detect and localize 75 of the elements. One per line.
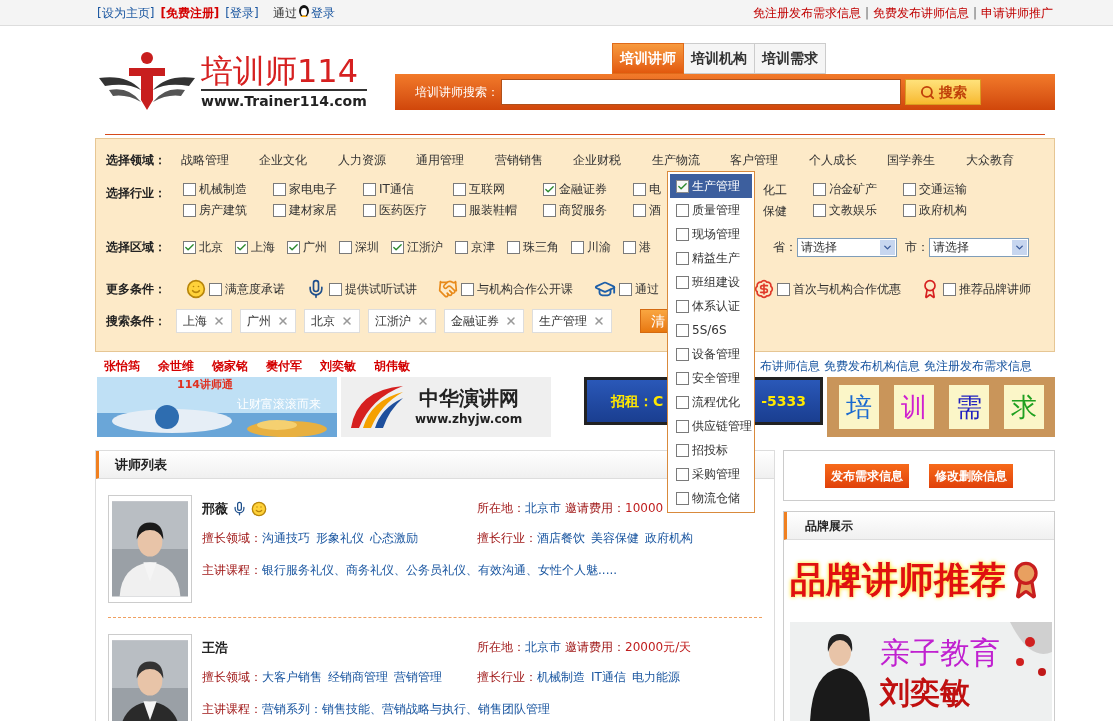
separator: | — [864, 4, 869, 22]
location-value: 北京市 — [525, 500, 561, 517]
condition-option: 首次与机构合作优惠 — [793, 280, 901, 298]
panel-title: 讲师列表 — [115, 455, 167, 474]
industry-option: 保健 — [763, 202, 787, 218]
field-label: 擅长领域： — [202, 529, 262, 547]
logo-url: www.Trainer114.com — [201, 92, 367, 111]
filter-label: 选择行业： — [106, 185, 167, 202]
region-option: 上海 — [251, 238, 275, 256]
filter-label: 更多条件： — [106, 281, 167, 298]
condition-option: 与机构合作公开课 — [477, 280, 573, 298]
field-label: 邀请费用： — [565, 639, 625, 656]
condition-option: 满意度承诺 — [225, 280, 285, 298]
banner-text: 招租：C — [611, 391, 664, 411]
industry-option: 金融证券 — [559, 180, 607, 198]
brand-headline: 品牌讲师推荐 — [790, 560, 1006, 600]
field-label: 所在地： — [477, 500, 525, 517]
condition-option: 提供试听试讲 — [345, 280, 417, 298]
industry-option: 文教娱乐 — [829, 201, 877, 219]
field-label: 主讲课程： — [202, 700, 262, 718]
industry-option: 政府机构 — [919, 201, 967, 219]
fee-value: 10000 — [625, 500, 664, 517]
filter-label: 选择领域： — [106, 152, 167, 169]
ad-name: 刘奕敏 — [880, 676, 970, 710]
ad-title: 亲子教育 — [880, 636, 1000, 670]
industry-option: 电 — [649, 180, 661, 198]
sticky-note: 培 — [838, 385, 879, 429]
field-label: 擅长行业： — [477, 668, 537, 686]
via-text: 通过 — [272, 4, 297, 22]
industry-option: 冶金矿产 — [829, 180, 877, 198]
panel-title: 品牌展示 — [805, 517, 853, 535]
industry-option: IT通信 — [379, 180, 414, 198]
sticky-note: 训 — [893, 385, 934, 429]
condition-option: 推荐品牌讲师 — [959, 280, 1031, 298]
industry-option: 房产建筑 — [199, 201, 247, 219]
banner-title: 114讲师通 — [177, 377, 233, 393]
logo-title: 培训师114 — [201, 53, 367, 91]
industry-option: 互联网 — [469, 180, 505, 198]
region-option: 北京 — [199, 238, 223, 256]
industry-option: 服装鞋帽 — [469, 201, 517, 219]
search-label: 培训讲师搜索： — [415, 84, 499, 101]
filter-label: 选择区域： — [106, 239, 167, 256]
industry-option: 化工 — [763, 181, 787, 197]
banner-title: 中华演讲网 — [418, 386, 519, 410]
banner-slogan: 让财富滚滚而来 — [237, 396, 321, 413]
field-label: 所在地： — [477, 639, 525, 656]
field-label: 主讲课程： — [202, 561, 262, 579]
industry-option: 酒 — [649, 201, 661, 219]
fee-value: 20000元/天 — [625, 639, 692, 656]
industry-option: 家电电子 — [289, 180, 337, 198]
sticky-note: 求 — [1003, 385, 1044, 429]
separator: | — [972, 4, 977, 22]
province-label: 省： — [773, 239, 797, 256]
industry-option: 交通运输 — [919, 180, 967, 198]
region-option: 京津 — [471, 238, 495, 256]
industry-option: 机械制造 — [199, 180, 247, 198]
region-option: 江浙沪 — [407, 238, 443, 256]
region-option: 广州 — [303, 238, 327, 256]
condition-option: 通过 — [635, 280, 659, 298]
field-label: 擅长领域： — [202, 668, 262, 686]
field-label: 邀请费用： — [565, 500, 625, 517]
location-value: 北京市 — [525, 639, 561, 656]
region-option: 珠三角 — [523, 238, 559, 256]
region-option: 港 — [639, 238, 651, 256]
region-option: 深圳 — [355, 238, 379, 256]
industry-option: 医药医疗 — [379, 201, 427, 219]
city-label: 市： — [905, 239, 929, 256]
filter-label: 搜索条件： — [106, 313, 167, 330]
banner-url: www.zhyjw.com — [415, 411, 523, 428]
field-label: 擅长行业： — [477, 529, 537, 547]
region-option: 川渝 — [587, 238, 611, 256]
banner-text: -5333 — [761, 391, 806, 411]
industry-option: 建材家居 — [289, 201, 337, 219]
sticky-note: 需 — [948, 385, 989, 429]
industry-option: 商贸服务 — [559, 201, 607, 219]
